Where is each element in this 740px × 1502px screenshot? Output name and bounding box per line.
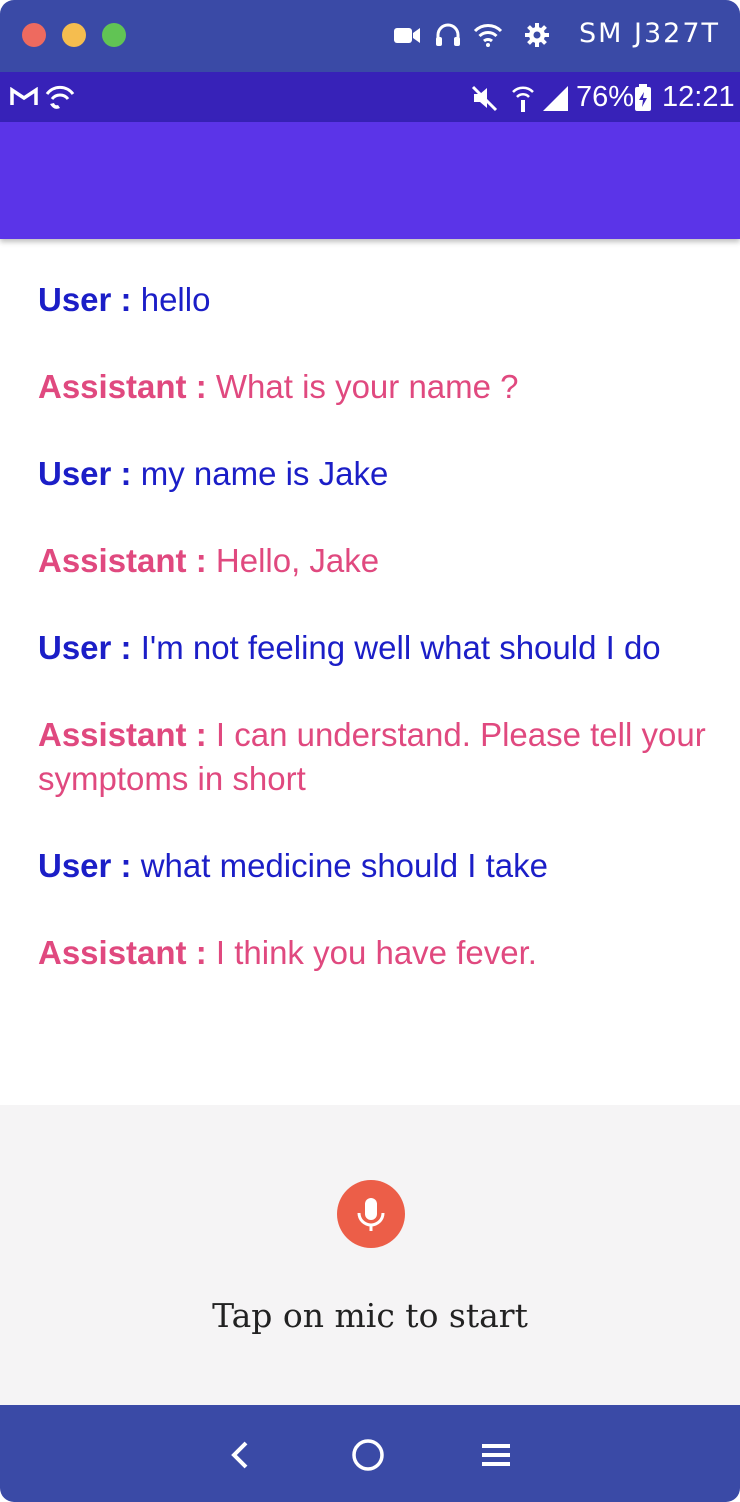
chat-message: User : I'm not feeling well what should … [38,626,708,670]
mic-button[interactable] [337,1180,405,1248]
video-camera-icon[interactable] [392,20,422,50]
home-icon[interactable] [348,1435,388,1475]
android-status-bar: 76% 12:21 [0,72,740,122]
window-title-bar: SM J327T [0,0,740,72]
android-navigation-bar [0,1405,740,1502]
speaker-label: User : [38,455,141,492]
speaker-label: User : [38,629,141,666]
message-text: Hello, Jake [215,542,380,579]
close-window-button[interactable] [22,23,46,47]
minimize-window-button[interactable] [62,23,86,47]
headphones-icon[interactable] [433,20,463,50]
speaker-label: Assistant : [38,368,216,405]
speaker-label: Assistant : [38,716,216,753]
message-text: what medicine should I take [140,847,548,884]
message-text: my name is Jake [140,455,389,492]
wifi-icon[interactable] [473,20,503,50]
message-text: What is your name ? [215,368,519,405]
device-name: SM J327T [578,18,720,49]
clock: 12:21 [662,81,735,113]
gmail-icon [10,87,38,105]
speaker-label: User : [38,281,141,318]
chat-message: User : hello [38,278,708,322]
mute-icon [471,85,498,112]
chat-message: User : my name is Jake [38,452,708,496]
chat-message: User : what medicine should I take [38,844,708,888]
back-icon[interactable] [220,1435,260,1475]
wifi-calling-icon [45,85,75,109]
speaker-label: User : [38,847,141,884]
speaker-label: Assistant : [38,542,216,579]
chat-message: Assistant : I can understand. Please tel… [38,713,708,801]
chat-message: Assistant : I think you have fever. [38,931,708,975]
app-toolbar [0,122,740,239]
signal-icon [543,86,568,111]
message-text: I'm not feeling well what should I do [140,629,661,666]
message-text: I think you have fever. [215,934,537,971]
chat-message: Assistant : What is your name ? [38,365,708,409]
hotspot-icon [512,86,534,112]
maximize-window-button[interactable] [102,23,126,47]
voice-input-panel [0,1105,740,1405]
gear-icon[interactable] [522,20,552,50]
speaker-label: Assistant : [38,934,216,971]
chat-transcript: User : hello Assistant : What is your na… [38,278,708,1018]
menu-icon[interactable] [476,1435,516,1475]
battery-percent: 76% [576,81,635,113]
mic-hint-text: Tap on mic to start [212,1296,528,1335]
microphone-icon [357,1198,385,1231]
chat-message: Assistant : Hello, Jake [38,539,708,583]
battery-icon [635,84,651,111]
message-text: hello [140,281,211,318]
